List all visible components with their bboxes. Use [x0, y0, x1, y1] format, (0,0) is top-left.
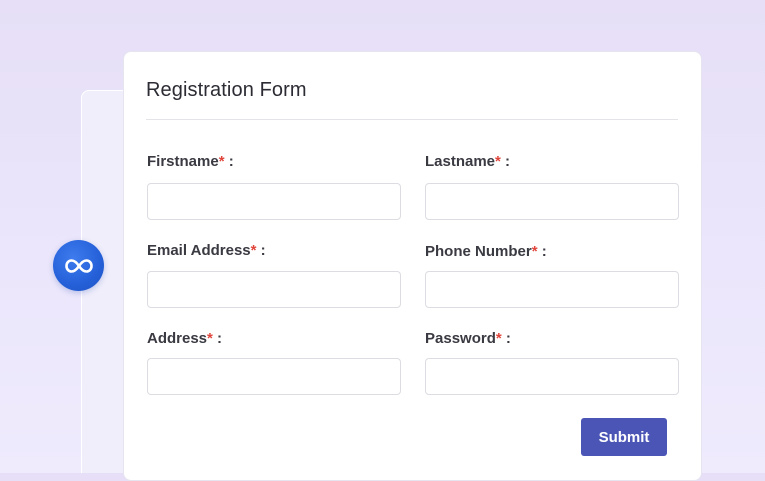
label-colon: :: [256, 242, 266, 259]
email-label: Email Address* :: [147, 241, 401, 263]
label-colon: :: [224, 153, 234, 170]
label-colon: :: [212, 330, 223, 347]
phone-field-group: Phone Number* :: [425, 242, 679, 308]
form-title: Registration Form: [146, 79, 307, 101]
label-colon: :: [537, 243, 547, 260]
lastname-label-text: Lastname: [425, 153, 496, 170]
address-field-group: Address* :: [147, 329, 401, 395]
password-field-group: Password* :: [425, 329, 679, 395]
password-label: Password* :: [425, 329, 679, 351]
address-input[interactable]: [147, 358, 401, 395]
submit-button[interactable]: Submit: [581, 418, 667, 456]
email-input[interactable]: [147, 271, 401, 308]
address-label: Address* :: [147, 329, 401, 351]
phone-label-text: Phone Number: [425, 243, 532, 260]
phone-input[interactable]: [425, 271, 679, 308]
logo: [53, 240, 104, 291]
firstname-label-text: Firstname: [147, 153, 219, 170]
email-label-text: Email Address: [147, 242, 251, 259]
firstname-input[interactable]: [147, 183, 401, 220]
infinity-icon: [64, 258, 93, 273]
firstname-field-group: Firstname* :: [147, 152, 401, 220]
password-label-text: Password: [425, 330, 496, 347]
title-divider: [146, 119, 678, 120]
email-field-group: Email Address* :: [147, 241, 401, 308]
address-label-text: Address: [147, 330, 208, 347]
lastname-label: Lastname* :: [425, 152, 679, 174]
label-colon: :: [501, 330, 511, 347]
label-colon: :: [500, 153, 511, 170]
password-input[interactable]: [425, 358, 679, 395]
registration-form-card: Registration Form Firstname* : Lastname*…: [123, 51, 702, 481]
firstname-label: Firstname* :: [147, 152, 401, 174]
lastname-input[interactable]: [425, 183, 679, 220]
phone-label: Phone Number* :: [425, 242, 679, 264]
lastname-field-group: Lastname* :: [425, 152, 679, 220]
